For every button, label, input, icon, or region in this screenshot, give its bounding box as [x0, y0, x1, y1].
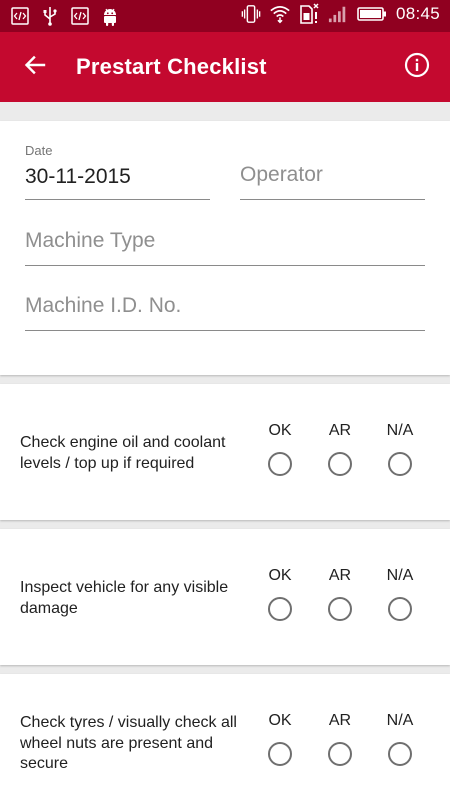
- option-ok: OK: [260, 567, 300, 627]
- check-item-text: Check tyres / visually check all wheel n…: [20, 714, 237, 772]
- page-title: Prestart Checklist: [76, 54, 267, 79]
- radio-ar[interactable]: [328, 452, 352, 476]
- option-ar: AR: [320, 422, 360, 482]
- check-item-text: Inspect vehicle for any visible damage: [20, 579, 229, 617]
- code-icon: [70, 6, 90, 26]
- check-item-card: Check tyres / visually check all wheel n…: [0, 674, 450, 800]
- option-ok: OK: [260, 422, 300, 482]
- option-na-label: N/A: [386, 567, 414, 584]
- radio-ok[interactable]: [268, 597, 292, 621]
- check-item-card: Check engine oil and coolant levels / to…: [0, 384, 450, 520]
- date-value: 30-11-2015: [25, 165, 131, 188]
- option-ok-label: OK: [268, 422, 292, 439]
- code-icon: [10, 6, 30, 26]
- option-ok: OK: [260, 712, 300, 772]
- option-ok-label: OK: [268, 712, 292, 729]
- option-na: N/A: [380, 712, 420, 772]
- machine-id-placeholder: Machine I.D. No.: [25, 294, 182, 317]
- option-ar-label: AR: [328, 567, 352, 584]
- radio-ar[interactable]: [328, 742, 352, 766]
- machine-type-field[interactable]: Machine Type: [25, 221, 425, 266]
- radio-ok[interactable]: [268, 452, 292, 476]
- info-icon: [404, 52, 430, 83]
- check-item-card: Inspect vehicle for any visible damage O…: [0, 529, 450, 665]
- option-ar-label: AR: [328, 422, 352, 439]
- check-item-text: Check engine oil and coolant levels / to…: [20, 434, 226, 472]
- signal-icon: [328, 4, 348, 24]
- option-ar: AR: [320, 712, 360, 772]
- arrow-back-icon: [23, 53, 47, 82]
- android-icon: [100, 6, 120, 26]
- option-na-label: N/A: [386, 712, 414, 729]
- vibrate-icon: [241, 4, 261, 24]
- info-button[interactable]: [402, 52, 432, 82]
- status-bar: 08:45: [0, 0, 450, 32]
- radio-ok[interactable]: [268, 742, 292, 766]
- radio-ar[interactable]: [328, 597, 352, 621]
- radio-na[interactable]: [388, 452, 412, 476]
- back-button[interactable]: [20, 52, 50, 82]
- app-bar: Prestart Checklist: [0, 32, 450, 102]
- machine-type-placeholder: Machine Type: [25, 229, 156, 252]
- operator-field[interactable]: Operator: [240, 141, 425, 200]
- clock: 08:45: [395, 4, 440, 23]
- option-ok-label: OK: [268, 567, 292, 584]
- machine-details-card: Date 30-11-2015 Operator Machine Type Ma…: [0, 121, 450, 375]
- machine-id-field[interactable]: Machine I.D. No.: [25, 286, 425, 331]
- date-label: Date: [25, 143, 53, 158]
- option-na-label: N/A: [386, 422, 414, 439]
- option-ar: AR: [320, 567, 360, 627]
- option-na: N/A: [380, 422, 420, 482]
- date-field[interactable]: Date 30-11-2015: [25, 141, 210, 200]
- wifi-icon: [270, 4, 290, 24]
- radio-na[interactable]: [388, 742, 412, 766]
- sim-icon: [299, 3, 319, 24]
- operator-placeholder: Operator: [240, 163, 323, 186]
- usb-icon: [40, 6, 60, 26]
- option-ar-label: AR: [328, 712, 352, 729]
- battery-icon: [357, 4, 387, 24]
- radio-na[interactable]: [388, 597, 412, 621]
- option-na: N/A: [380, 567, 420, 627]
